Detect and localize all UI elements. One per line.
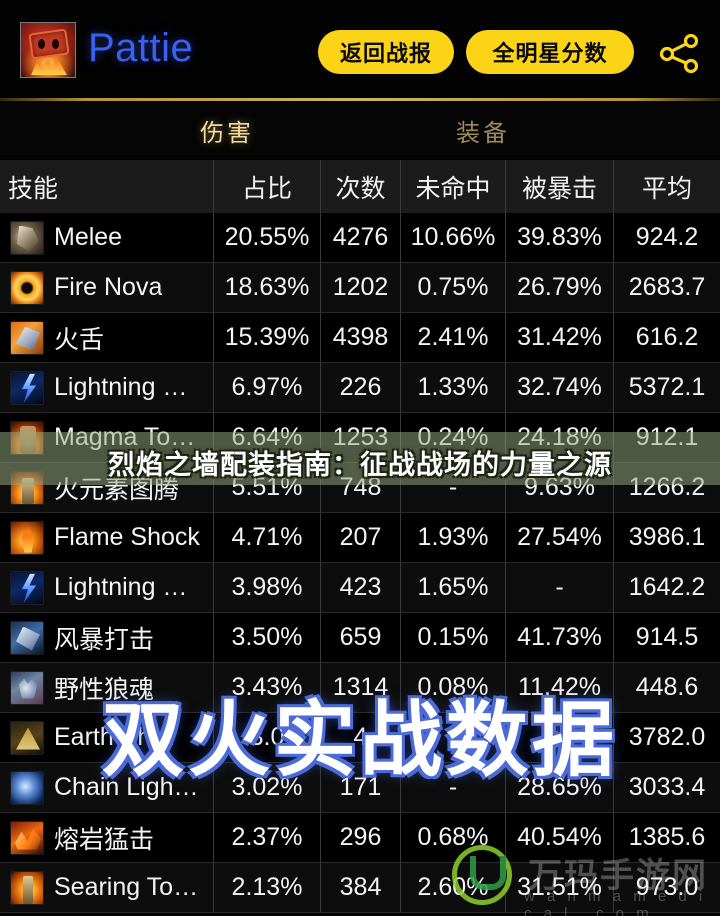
percent-cell: 15.39% [213,313,320,362]
average-cell: 5372.1 [613,363,720,412]
percent-cell: 4.71% [213,513,320,562]
percent-cell: 6.97% [213,363,320,412]
skill-cell: Lightning … [0,563,213,612]
skill-name: Fire Nova [54,273,163,301]
column-header-count: 次数 [320,160,400,213]
skill-cell: Melee [0,213,213,262]
crit-cell: 27.54% [505,513,613,562]
average-cell: 2683.7 [613,263,720,312]
promo-banner-text: 烈焰之墙配装指南：征战战场的力量之源 [108,450,612,480]
table-row[interactable]: Lightning … 3.98% 423 1.65% - 1642.2 [0,563,720,613]
percent-cell: 20.55% [213,213,320,262]
count-cell: 1202 [320,263,400,312]
skill-name: Lightning … [54,573,188,601]
percent-cell: 2.13% [213,863,320,912]
crit-cell: 26.79% [505,263,613,312]
battle-report-screen: Pattie 返回战报 全明星分数 伤害 装备 技能 占比 次数 未命中 被暴击… [0,0,720,916]
count-cell: 423 [320,563,400,612]
fire-nova-icon [10,270,44,305]
table-row[interactable]: Flame Shock 4.71% 207 1.93% 27.54% 3986.… [0,513,720,563]
skill-cell: Searing To… [0,863,213,912]
flame-shock-icon [10,520,44,555]
column-header-average: 平均 [613,160,720,213]
count-cell: 659 [320,613,400,662]
average-cell: 616.2 [613,313,720,362]
skill-cell: Flame Shock [0,513,213,562]
skill-name: Searing To… [54,873,199,901]
count-cell: 4276 [320,213,400,262]
player-avatar-icon [20,22,76,78]
skill-name: 熔岩猛击 [54,825,155,854]
average-cell: 924.2 [613,213,720,262]
back-to-report-button[interactable]: 返回战报 [318,30,454,74]
percent-cell: 18.63% [213,263,320,312]
percent-cell: 3.98% [213,563,320,612]
crit-cell: 32.74% [505,363,613,412]
searing-totem-icon [10,870,44,905]
count-cell: 226 [320,363,400,412]
share-icon[interactable] [658,33,700,74]
flametongue-icon [10,320,44,355]
top-bar: Pattie 返回战报 全明星分数 [0,0,720,100]
lightning-icon [10,370,44,405]
miss-cell: 10.66% [400,213,505,262]
damage-table: 技能 占比 次数 未命中 被暴击 平均 Melee 20.55% 4276 10… [0,160,720,913]
miss-cell: 0.15% [400,613,505,662]
skill-cell: 火舌 [0,313,213,362]
average-cell: 914.5 [613,613,720,662]
tab-bar: 伤害 装备 [0,101,720,159]
miss-cell: 1.65% [400,563,505,612]
crit-cell: 31.42% [505,313,613,362]
lightning-icon [10,570,44,605]
miss-cell: 2.41% [400,313,505,362]
skill-name: Melee [54,223,123,251]
big-overlay-title: 双火实战数据 [101,695,618,786]
column-header-miss: 未命中 [400,160,505,213]
table-row[interactable]: Melee 20.55% 4276 10.66% 39.83% 924.2 [0,213,720,263]
crit-cell: 41.73% [505,613,613,662]
tab-damage[interactable]: 伤害 [200,113,254,148]
average-cell: 1642.2 [613,563,720,612]
watermark-logo-icon [452,845,512,905]
table-header-row: 技能 占比 次数 未命中 被暴击 平均 [0,160,720,213]
count-cell: 384 [320,863,400,912]
table-row[interactable]: 风暴打击 3.50% 659 0.15% 41.73% 914.5 [0,613,720,663]
skill-name: 火舌 [54,325,105,354]
average-cell: 3986.1 [613,513,720,562]
all-star-score-button[interactable]: 全明星分数 [466,30,634,74]
tab-gear[interactable]: 装备 [456,113,510,148]
skill-name: Flame Shock [54,523,200,551]
player-name: Pattie [88,26,194,70]
column-header-crit: 被暴击 [505,160,613,213]
column-header-percent: 占比 [213,160,320,213]
table-row[interactable]: Lightning … 6.97% 226 1.33% 32.74% 5372.… [0,363,720,413]
skill-name: 风暴打击 [54,625,155,654]
count-cell: 296 [320,813,400,862]
watermark-site-url: w a n m a m e d i c a l . c o m [524,888,707,916]
crit-cell: 39.83% [505,213,613,262]
count-cell: 207 [320,513,400,562]
miss-cell: 0.75% [400,263,505,312]
skill-cell: 风暴打击 [0,613,213,662]
miss-cell: 1.33% [400,363,505,412]
crit-cell: - [505,563,613,612]
stormstrike-icon [10,620,44,655]
percent-cell: 3.50% [213,613,320,662]
count-cell: 4398 [320,313,400,362]
column-header-skill: 技能 [8,174,59,203]
percent-cell: 2.37% [213,813,320,862]
lava-lash-icon [10,820,44,855]
melee-icon [10,220,44,255]
table-row[interactable]: Fire Nova 18.63% 1202 0.75% 26.79% 2683.… [0,263,720,313]
skill-name: Lightning … [54,373,188,401]
skill-cell: Lightning … [0,363,213,412]
miss-cell: 1.93% [400,513,505,562]
skill-cell: Fire Nova [0,263,213,312]
skill-cell: 熔岩猛击 [0,813,213,862]
table-row[interactable]: 火舌 15.39% 4398 2.41% 31.42% 616.2 [0,313,720,363]
